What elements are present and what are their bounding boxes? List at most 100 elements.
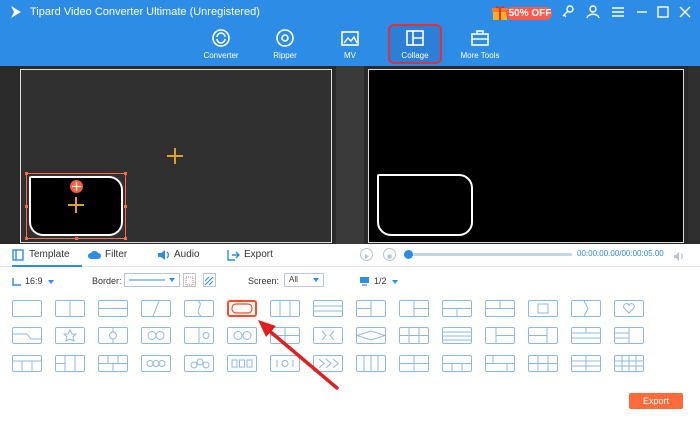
left-gutter [0,66,20,244]
add-media-icon[interactable] [167,148,183,164]
nav-converter[interactable]: Converter [190,26,252,66]
monitor-icon [360,277,369,286]
export-icon [227,250,240,261]
tab-export[interactable]: Export [227,244,287,266]
collage-edit-canvas[interactable] [20,69,332,243]
minimize-icon[interactable] [634,4,652,20]
template-25[interactable] [399,327,429,344]
template-8[interactable] [313,300,343,317]
nav-more-tools[interactable]: More Tools [449,26,511,66]
nav-ripper[interactable]: Ripper [254,26,316,66]
screen-label: Screen: [248,276,280,286]
preview-divider[interactable] [336,66,364,244]
ripper-icon [276,29,294,47]
preview-cell-outline [377,174,473,236]
template-19[interactable] [141,327,171,344]
template-2[interactable] [55,300,85,317]
page-value: 1/2 [374,276,387,286]
maximize-icon[interactable] [655,4,673,20]
template-15[interactable] [614,300,644,317]
template-34[interactable] [141,355,171,372]
tab-filter-label: Filter [105,249,128,260]
template-32[interactable] [55,355,85,372]
template-13[interactable] [528,300,558,317]
close-icon[interactable] [677,4,695,20]
nav-mv[interactable]: MV [319,26,381,66]
aspect-ratio-icon [12,278,21,286]
template-14[interactable] [571,300,601,317]
template-31[interactable] [12,355,42,372]
template-24[interactable] [356,327,386,344]
template-20[interactable] [184,327,214,344]
audio-icon [158,250,169,260]
template-36[interactable] [227,355,257,372]
playback-timeline[interactable] [408,253,572,256]
template-43[interactable] [528,355,558,372]
page-dropdown[interactable]: 1/2 [374,276,398,286]
template-21[interactable] [227,327,257,344]
nav-collage[interactable]: Collage [388,24,442,64]
template-42[interactable] [485,355,515,372]
template-3[interactable] [98,300,128,317]
template-11[interactable] [442,300,472,317]
add-media-icon[interactable] [68,197,84,213]
tab-export-label: Export [244,249,273,260]
promo-badge[interactable]: 50% OFF [492,4,554,21]
template-26[interactable] [442,327,472,344]
template-18[interactable] [98,327,128,344]
template-28[interactable] [528,327,558,344]
screen-dropdown[interactable]: All [284,273,324,287]
volume-icon[interactable] [673,249,685,267]
template-41[interactable] [442,355,472,372]
template-38[interactable] [313,355,343,372]
mv-icon [341,31,359,46]
template-7[interactable] [270,300,300,317]
template-5[interactable] [184,300,214,317]
options-row: 16:9 Border: Screen: All 1/2 [0,268,700,294]
template-6-selected[interactable] [227,300,257,317]
tab-template[interactable]: Template [12,244,82,267]
template-22[interactable] [270,327,300,344]
aspect-ratio-dropdown[interactable]: 16:9 [25,276,54,286]
template-23[interactable] [313,327,343,344]
template-35[interactable] [184,355,214,372]
border-style-dropdown[interactable] [124,273,180,287]
template-45[interactable] [614,355,644,372]
template-33[interactable] [98,355,128,372]
tab-filter[interactable]: Filter [88,244,148,266]
template-4[interactable] [141,300,171,317]
template-29[interactable] [571,327,601,344]
template-40[interactable] [399,355,429,372]
template-30[interactable] [614,327,644,344]
menu-icon[interactable] [610,4,628,20]
border-pattern-button[interactable] [203,273,216,287]
timecode: 00:00:00.00/00:00:05.00 [577,249,664,258]
user-icon[interactable] [585,4,603,20]
timeline-knob[interactable] [404,250,413,259]
template-17[interactable] [55,327,85,344]
template-10[interactable] [399,300,429,317]
toolbox-icon [471,30,489,46]
line-style-icon [129,279,165,281]
key-icon[interactable] [560,4,578,20]
template-9[interactable] [356,300,386,317]
template-37[interactable] [270,355,300,372]
screen-value: All [289,275,298,284]
border-color-button[interactable] [183,273,196,287]
template-44[interactable] [571,355,601,372]
template-39[interactable] [356,355,386,372]
template-12[interactable] [485,300,515,317]
export-button[interactable]: Export [629,393,683,409]
tab-audio[interactable]: Audio [157,244,217,266]
stop-button[interactable] [383,248,396,261]
template-27[interactable] [485,327,515,344]
template-16[interactable] [12,327,42,344]
border-label: Border: [92,276,122,286]
cloud-icon [88,250,101,259]
template-1[interactable] [12,300,42,317]
play-button[interactable] [360,248,373,261]
active-tab-indicator [12,265,82,267]
move-handle-icon[interactable] [70,180,83,193]
caret-down-icon [47,279,54,284]
caret-down-icon [169,278,175,282]
